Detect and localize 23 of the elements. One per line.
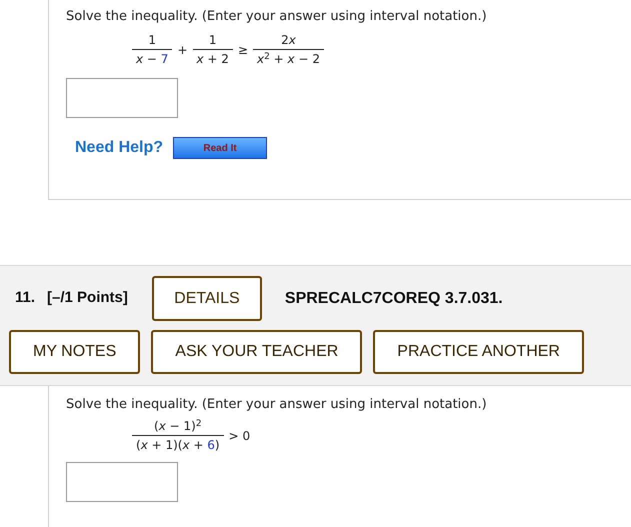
denominator: x + 2 (195, 51, 230, 68)
math-operator: + (177, 42, 188, 58)
math-operator: ≥ (238, 42, 248, 58)
notes-button[interactable]: MY NOTES (9, 330, 140, 374)
details-button[interactable]: DETAILS (152, 276, 262, 321)
numerator: 1 (147, 32, 158, 49)
points-label: [–/1 Points] (47, 288, 128, 308)
need-help-label: Need Help? (75, 138, 164, 158)
question-number: 11. (15, 288, 36, 308)
answer-field[interactable] (66, 78, 178, 118)
ask-teacher-button[interactable]: ASK YOUR TEACHER (151, 330, 362, 374)
instruction-text: Solve the inequality. (Enter your answer using interval notation.) (66, 8, 488, 26)
practice-button[interactable]: PRACTICE ANOTHER (373, 330, 584, 374)
denominator: x − 7 (134, 51, 170, 68)
answer-field[interactable] (66, 462, 178, 502)
numerator: 1 (208, 32, 218, 49)
math-operator: > 0 (228, 428, 250, 444)
denominator: (x + 1)(x + 6) (135, 437, 221, 454)
denominator: x$^{2}$ + x − 2 (256, 50, 321, 68)
problem-code: SPRECALC7COREQ 3.7.031. (284, 288, 503, 308)
instruction-text: Solve the inequality. (Enter your answer using interval notation.) (66, 396, 488, 414)
numerator: (x − 1)$^{2}$ (153, 418, 203, 435)
numerator: 2x (280, 32, 297, 49)
